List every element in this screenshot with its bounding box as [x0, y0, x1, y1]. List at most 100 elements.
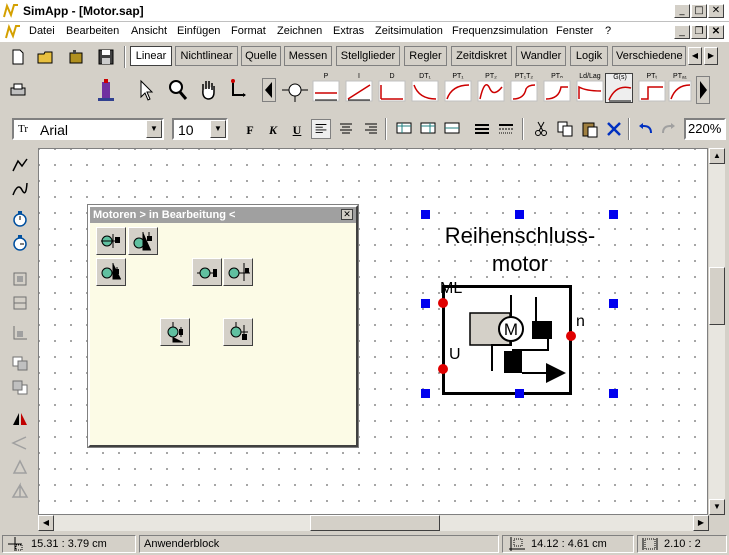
horizontal-scroll-thumb[interactable] — [310, 515, 440, 531]
selection-handle[interactable] — [609, 210, 618, 219]
scroll-up-button[interactable]: ▲ — [709, 148, 725, 164]
menu-einfuegen[interactable]: Einfügen — [177, 25, 220, 37]
reihenschluss-motor-block[interactable]: M — [442, 285, 572, 395]
font-combo[interactable]: Tr Arial ▼ — [12, 118, 164, 140]
cut-scissors-icon[interactable] — [531, 119, 551, 139]
block-pt2[interactable]: PT₂ — [477, 73, 505, 103]
port-u[interactable] — [438, 364, 448, 374]
timer-1-icon[interactable] — [10, 210, 30, 228]
new-file-icon[interactable] — [8, 47, 28, 67]
block-ptt[interactable]: PTₜ — [638, 73, 666, 103]
undo-icon[interactable] — [636, 119, 656, 139]
menu-frequenzsimulation[interactable]: Frequenzsimulation — [452, 25, 548, 37]
tab-messen[interactable]: Messen — [284, 46, 332, 66]
menu-ansicht[interactable]: Ansicht — [131, 25, 167, 37]
menu-zeichnen[interactable]: Zeichnen — [277, 25, 322, 37]
vertical-scrollbar[interactable]: ▲ ▼ — [709, 148, 725, 515]
port-ml[interactable] — [438, 298, 448, 308]
tab-stellglieder[interactable]: Stellglieder — [336, 46, 400, 66]
simulation-run-icon[interactable] — [96, 78, 116, 102]
mdi-restore-button[interactable]: ❐ — [691, 25, 707, 39]
font-size-dropdown-button[interactable]: ▼ — [210, 120, 226, 138]
tab-nichtlinear[interactable]: Nichtlinear — [175, 46, 238, 66]
mdi-close-button[interactable]: ✕ — [708, 25, 724, 39]
palette-motor-2[interactable] — [128, 227, 158, 255]
selection-handle[interactable] — [609, 299, 618, 308]
palette-generator[interactable] — [192, 258, 222, 286]
block-pta1[interactable]: PTₐ₁ — [668, 73, 692, 103]
palette-title[interactable]: Motoren > in Bearbeitung < — [90, 207, 356, 223]
menu-datei[interactable]: Datei — [29, 25, 55, 37]
menu-help[interactable]: ? — [605, 25, 611, 37]
selection-handle[interactable] — [421, 389, 430, 398]
align-center-icon[interactable] — [336, 119, 356, 139]
scroll-down-button[interactable]: ▼ — [709, 499, 725, 515]
tab-linear[interactable]: Linear — [130, 46, 172, 66]
vertical-scroll-thumb[interactable] — [709, 267, 725, 325]
selection-handle[interactable] — [515, 210, 524, 219]
font-dropdown-button[interactable]: ▼ — [146, 120, 162, 138]
bold-button[interactable]: F — [240, 121, 260, 139]
menu-fenster[interactable]: Fenster — [556, 25, 593, 37]
table-format-2-icon[interactable] — [418, 119, 438, 139]
block-ld-lag[interactable]: Ld/Lag — [576, 73, 604, 103]
open-library-icon[interactable] — [66, 47, 86, 67]
table-format-3-icon[interactable] — [442, 119, 462, 139]
italic-button[interactable]: K — [263, 121, 283, 139]
palette-motor-6[interactable] — [223, 318, 253, 346]
palette-motor-5[interactable] — [160, 318, 190, 346]
pointer-arrow-icon[interactable] — [136, 78, 156, 102]
menu-zeitsimulation[interactable]: Zeitsimulation — [375, 25, 443, 37]
curve-tool-1-icon[interactable] — [10, 156, 30, 174]
flip-vertical-icon[interactable] — [10, 458, 30, 476]
block-ptn[interactable]: PTₙ — [543, 73, 571, 103]
align-right-icon[interactable] — [361, 119, 381, 139]
scroll-left-button[interactable]: ◀ — [38, 515, 54, 531]
zoom-magnifier-icon[interactable] — [168, 78, 188, 102]
maximize-button[interactable]: □ — [691, 4, 707, 18]
tab-quelle[interactable]: Quelle — [241, 46, 281, 66]
curve-tool-2-icon[interactable] — [10, 180, 30, 198]
underline-button[interactable]: U — [287, 121, 307, 139]
mirror-icon[interactable] — [10, 482, 30, 500]
menu-format[interactable]: Format — [231, 25, 266, 37]
blocks-scroll-right-icon[interactable] — [696, 76, 710, 104]
flip-horizontal-icon[interactable] — [10, 410, 30, 428]
palette-close-button[interactable]: ✕ — [341, 209, 353, 220]
tab-zeitdiskret[interactable]: Zeitdiskret — [451, 46, 512, 66]
selection-handle[interactable] — [515, 389, 524, 398]
line-style-icon[interactable] — [496, 119, 516, 139]
selection-handle[interactable] — [421, 299, 430, 308]
print-icon[interactable] — [8, 80, 28, 100]
palette-motor-1[interactable] — [96, 227, 126, 255]
scroll-right-button[interactable]: ▶ — [693, 515, 709, 531]
tab-wandler[interactable]: Wandler — [516, 46, 566, 66]
layout-2-icon[interactable] — [10, 294, 30, 312]
delete-x-icon[interactable] — [604, 119, 624, 139]
timer-2-icon[interactable] — [10, 234, 30, 252]
copy-icon[interactable] — [555, 119, 575, 139]
block-pt1[interactable]: PT₁ — [444, 73, 472, 103]
block-d[interactable]: D — [378, 73, 406, 103]
selection-handle[interactable] — [421, 210, 430, 219]
redo-icon[interactable] — [658, 119, 678, 139]
paste-icon[interactable] — [580, 119, 600, 139]
hand-pan-icon[interactable] — [198, 78, 218, 102]
block-dt1[interactable]: DT₁ — [411, 73, 439, 103]
tabs-scroll-left-button[interactable]: ◀ — [688, 47, 702, 65]
horizontal-scrollbar[interactable]: ◀ ▶ — [38, 515, 709, 531]
align-left-icon[interactable] — [311, 119, 331, 139]
tab-logik[interactable]: Logik — [570, 46, 608, 66]
block-i[interactable]: I — [345, 73, 373, 103]
menu-bearbeiten[interactable]: Bearbeiten — [66, 25, 119, 37]
block-gs[interactable]: G(s) — [605, 73, 633, 103]
summing-junction-icon[interactable] — [282, 78, 308, 102]
save-disk-icon[interactable] — [96, 47, 116, 67]
palette-motor-4[interactable] — [223, 258, 253, 286]
motors-palette-window[interactable]: Motoren > in Bearbeitung < ✕ — [88, 205, 358, 447]
blocks-scroll-left-icon[interactable] — [262, 78, 276, 102]
zoom-field[interactable]: 220% — [684, 118, 726, 140]
port-n[interactable] — [566, 331, 576, 341]
palette-motor-3[interactable] — [96, 258, 126, 286]
block-pt1t2[interactable]: PT₁T₂ — [510, 73, 538, 103]
